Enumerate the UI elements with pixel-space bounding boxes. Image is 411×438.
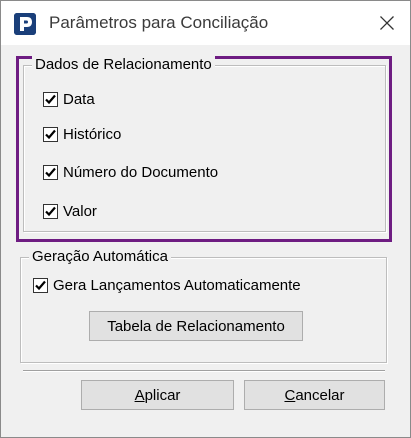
checkbox-historico[interactable]: Histórico [43, 124, 121, 144]
apply-button[interactable]: Aplicar [81, 380, 234, 410]
checkmark-icon [45, 167, 56, 177]
checkbox-box[interactable] [43, 126, 58, 142]
checkbox-numero-documento[interactable]: Número do Documento [43, 162, 218, 182]
checkbox-box[interactable] [43, 164, 58, 180]
checkmark-icon [35, 280, 46, 290]
cancel-accesskey: C [284, 386, 296, 404]
apply-accesskey: A [134, 386, 145, 404]
group-legend: Dados de Relacionamento [32, 55, 215, 75]
group-legend: Geração Automática [29, 247, 171, 267]
checkmark-icon [45, 206, 56, 216]
checkbox-label: Valor [63, 202, 97, 220]
checkbox-box[interactable] [33, 277, 48, 293]
checkmark-icon [45, 94, 56, 104]
checkbox-box[interactable] [43, 91, 58, 107]
checkbox-label: Histórico [63, 125, 122, 143]
title-bar[interactable]: Parâmetros para Conciliação [1, 1, 410, 45]
tabela-relacionamento-button[interactable]: Tabela de Relacionamento [89, 311, 303, 341]
app-logo-icon [14, 13, 36, 35]
checkbox-valor[interactable]: Valor [43, 201, 97, 221]
checkbox-label: Gera Lançamentos Automaticamente [53, 276, 301, 294]
cancel-button[interactable]: Cancelar [244, 380, 385, 410]
dialog-window: Parâmetros para Conciliação Dados de Rel… [0, 0, 411, 438]
close-button[interactable] [364, 1, 410, 45]
checkbox-box[interactable] [43, 203, 58, 219]
checkbox-data[interactable]: Data [43, 89, 95, 109]
group-geracao-automatica: Geração Automática [20, 247, 387, 363]
apply-label: plicar [144, 386, 181, 404]
cancel-label: ancelar [295, 386, 345, 404]
window-title: Parâmetros para Conciliação [49, 13, 269, 32]
separator [23, 370, 385, 372]
checkbox-label: Data [63, 90, 95, 108]
checkmark-icon [45, 129, 56, 139]
checkbox-label: Número do Documento [63, 163, 219, 181]
checkbox-gera-lancamentos[interactable]: Gera Lançamentos Automaticamente [33, 275, 301, 295]
close-icon [380, 16, 394, 30]
